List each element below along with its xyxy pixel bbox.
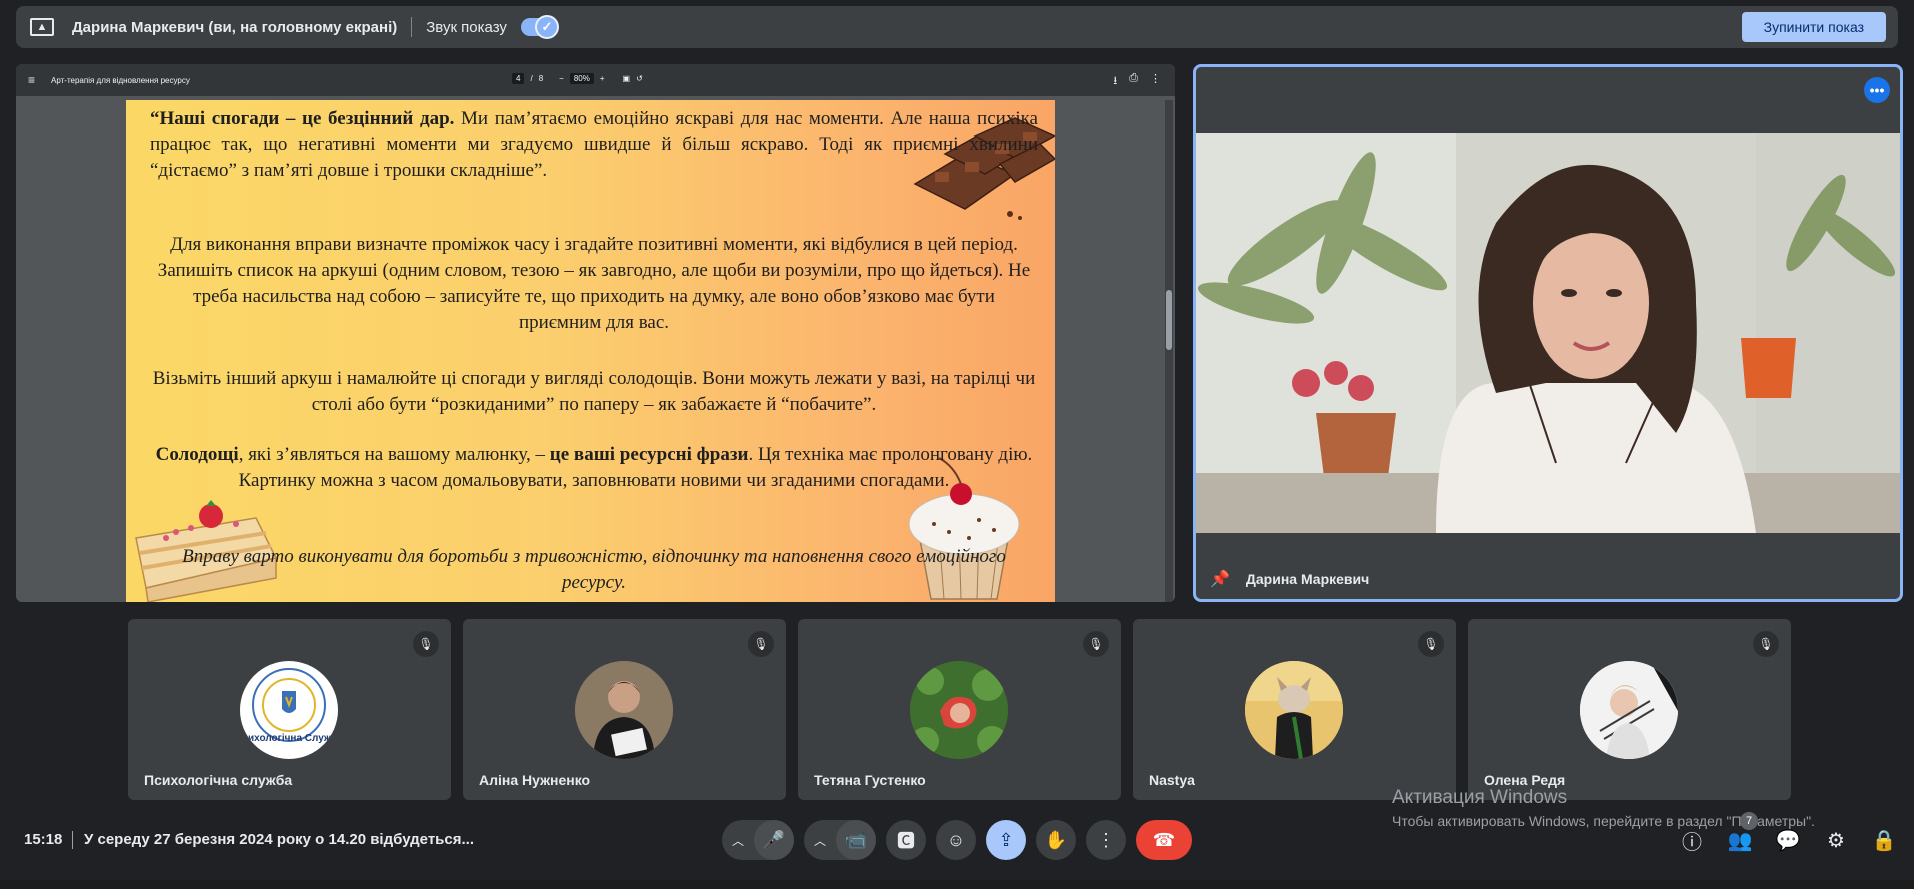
print-icon[interactable]: ⎙ (1129, 72, 1138, 91)
presenter-video (1196, 133, 1900, 533)
page-total: 8 (538, 74, 544, 83)
chat-icon[interactable]: 💬 (1774, 826, 1802, 854)
people-count-badge: 7 (1740, 812, 1758, 830)
paragraph-4-bold-1: Солодощі (155, 444, 239, 465)
pdf-page-controls: 4 / 8 − 80% + ▣ ↺ (512, 73, 643, 84)
paragraph-5: Вправу варто виконувати для боротьби з т… (182, 546, 1006, 593)
paragraph-4: Солодощі, які з’являться на вашому малюн… (150, 442, 1038, 494)
participant-name: Психологічна служба (144, 772, 293, 788)
zoom-in-icon[interactable]: + (600, 74, 605, 83)
info-icon[interactable]: ⓘ (1678, 826, 1706, 854)
page-input[interactable]: 4 (512, 73, 525, 84)
presenter-name-label: 📌 Дарина Маркевич (1210, 569, 1369, 589)
present-screen-icon: ▲ (30, 18, 54, 36)
participant-tile[interactable]: 🎙 Аліна Нужненко (463, 619, 786, 800)
participant-tile[interactable]: 🎙 Nastya (1133, 619, 1456, 800)
more-vert-icon[interactable]: ⋮ (1150, 72, 1161, 91)
paragraph-2: Для виконання вправи визначте проміжок ч… (157, 234, 1031, 333)
mic-off-icon: 🎙 (413, 631, 439, 657)
zoom-out-icon[interactable]: − (559, 74, 564, 83)
zoom-input[interactable]: 80% (569, 73, 594, 84)
mic-off-icon: 🎙 (1753, 631, 1779, 657)
avatar: Психологічна Служба (240, 661, 338, 759)
host-controls-icon[interactable]: 🔒 (1870, 826, 1898, 854)
paragraph-1-bold: “Наші спогади – це безцінний дар. (150, 108, 455, 129)
rotate-icon[interactable]: ↺ (636, 74, 643, 83)
participant-strip: 🎙 Психологічна Служба Психологічна служб… (128, 619, 1791, 800)
present-screen-icon[interactable]: ⇪ (986, 820, 1026, 860)
avatar (1245, 661, 1343, 759)
divider (72, 831, 73, 849)
page-separator: / (530, 74, 533, 83)
avatar (910, 661, 1008, 759)
pdf-scrollbar-thumb[interactable] (1166, 290, 1172, 350)
participant-name: Nastya (1149, 772, 1195, 788)
camera-icon[interactable]: 📹 (836, 820, 876, 860)
sound-toggle[interactable]: ✓ (520, 15, 559, 39)
pdf-toolbar: ≡ Арт-терапія для відновлення ресурсу 4 … (16, 64, 1175, 96)
side-panel-buttons: ⓘ 👥 7 💬 ⚙ 🔒 (1678, 812, 1898, 854)
participant-tile[interactable]: 🎙 Олена Редя (1468, 619, 1791, 800)
captions-icon[interactable]: 🅲 (886, 820, 926, 860)
chevron-up-icon[interactable]: ︿ (722, 820, 754, 860)
divider (411, 17, 413, 37)
avatar-photo (1245, 661, 1343, 759)
sound-label: Звук показу (426, 18, 507, 36)
mic-icon[interactable]: 🎤 (754, 820, 794, 860)
participant-name: Аліна Нужненко (479, 772, 591, 788)
avatar-photo (910, 661, 1008, 759)
participant-name: Олена Редя (1484, 772, 1566, 788)
avatar (1580, 661, 1678, 759)
hang-up-icon[interactable]: ☎ (1136, 820, 1192, 860)
presenting-bar: ▲ Дарина Маркевич (ви, на головному екра… (16, 6, 1898, 48)
taskbar-edge (0, 880, 1914, 889)
participant-tile[interactable]: 🎙 Психологічна Служба Психологічна служб… (128, 619, 451, 800)
more-vert-icon[interactable]: ⋮ (1086, 820, 1126, 860)
mic-control-group: ︿ 🎤 (722, 820, 794, 860)
call-controls: ︿ 🎤 ︿ 📹 🅲 ☺ ⇪ ✋ ⋮ ☎ (722, 820, 1192, 860)
psych-service-logo: Психологічна Служба (240, 662, 338, 758)
clock: 15:18 (24, 831, 63, 848)
pdf-page: “Наші спогади – це безцінний дар. Ми пам… (126, 100, 1055, 602)
avatar-photo (1580, 661, 1678, 759)
logo-text: Психологічна Служба (240, 732, 338, 744)
paragraph-1: “Наші спогади – це безцінний дар. Ми пам… (150, 106, 1038, 184)
more-options-icon[interactable]: ••• (1864, 77, 1890, 103)
mic-off-icon: 🎙 (1418, 631, 1444, 657)
meet-window: ▲ Дарина Маркевич (ви, на головному екра… (0, 0, 1914, 889)
pdf-title: Арт-терапія для відновлення ресурсу (51, 75, 190, 85)
pdf-actions: ⭳ ⎙ ⋮ (1113, 72, 1161, 91)
stop-presenting-button[interactable]: Зупинити показ (1741, 12, 1886, 42)
presenter-name: Дарина Маркевич (1245, 571, 1370, 587)
avatar (575, 661, 673, 759)
pin-icon[interactable]: 📌 (1210, 569, 1230, 589)
shared-screen: ≡ Арт-терапія для відновлення ресурсу 4 … (16, 64, 1175, 602)
pdf-scrollbar[interactable] (1165, 100, 1173, 602)
meeting-title: У середу 27 березня 2024 року о 14.20 ві… (84, 831, 474, 848)
video-frame (1196, 133, 1900, 533)
check-icon: ✓ (534, 15, 559, 39)
presenter-label: Дарина Маркевич (ви, на головному екрані… (72, 18, 398, 36)
mic-off-icon: 🎙 (748, 631, 774, 657)
participant-name: Тетяна Густенко (814, 772, 926, 788)
paragraph-3: Візьміть інший аркуш і намалюйте ці спог… (152, 368, 1036, 415)
paragraph-4-bold-2: це ваші ресурсні фрази (549, 444, 749, 465)
chevron-up-icon[interactable]: ︿ (804, 820, 836, 860)
participant-tile[interactable]: 🎙 Тетяна Густенко (798, 619, 1121, 800)
download-icon[interactable]: ⭳ (1113, 72, 1117, 91)
fit-page-icon[interactable]: ▣ (623, 74, 631, 83)
paragraph-4-text-1: , які з’являться на вашому малюнку, – (238, 444, 550, 465)
presenter-video-tile[interactable]: ••• 📌 Дарина Маркевич (1193, 64, 1903, 602)
camera-control-group: ︿ 📹 (804, 820, 876, 860)
windows-activation-title: Активация Windows (1392, 787, 1568, 808)
emoji-icon[interactable]: ☺ (936, 820, 976, 860)
people-icon[interactable]: 👥 7 (1726, 812, 1758, 854)
raise-hand-icon[interactable]: ✋ (1036, 820, 1076, 860)
menu-icon[interactable]: ≡ (28, 73, 35, 87)
avatar-photo (575, 661, 673, 759)
mic-off-icon: 🎙 (1083, 631, 1109, 657)
activities-icon[interactable]: ⚙ (1822, 826, 1850, 854)
